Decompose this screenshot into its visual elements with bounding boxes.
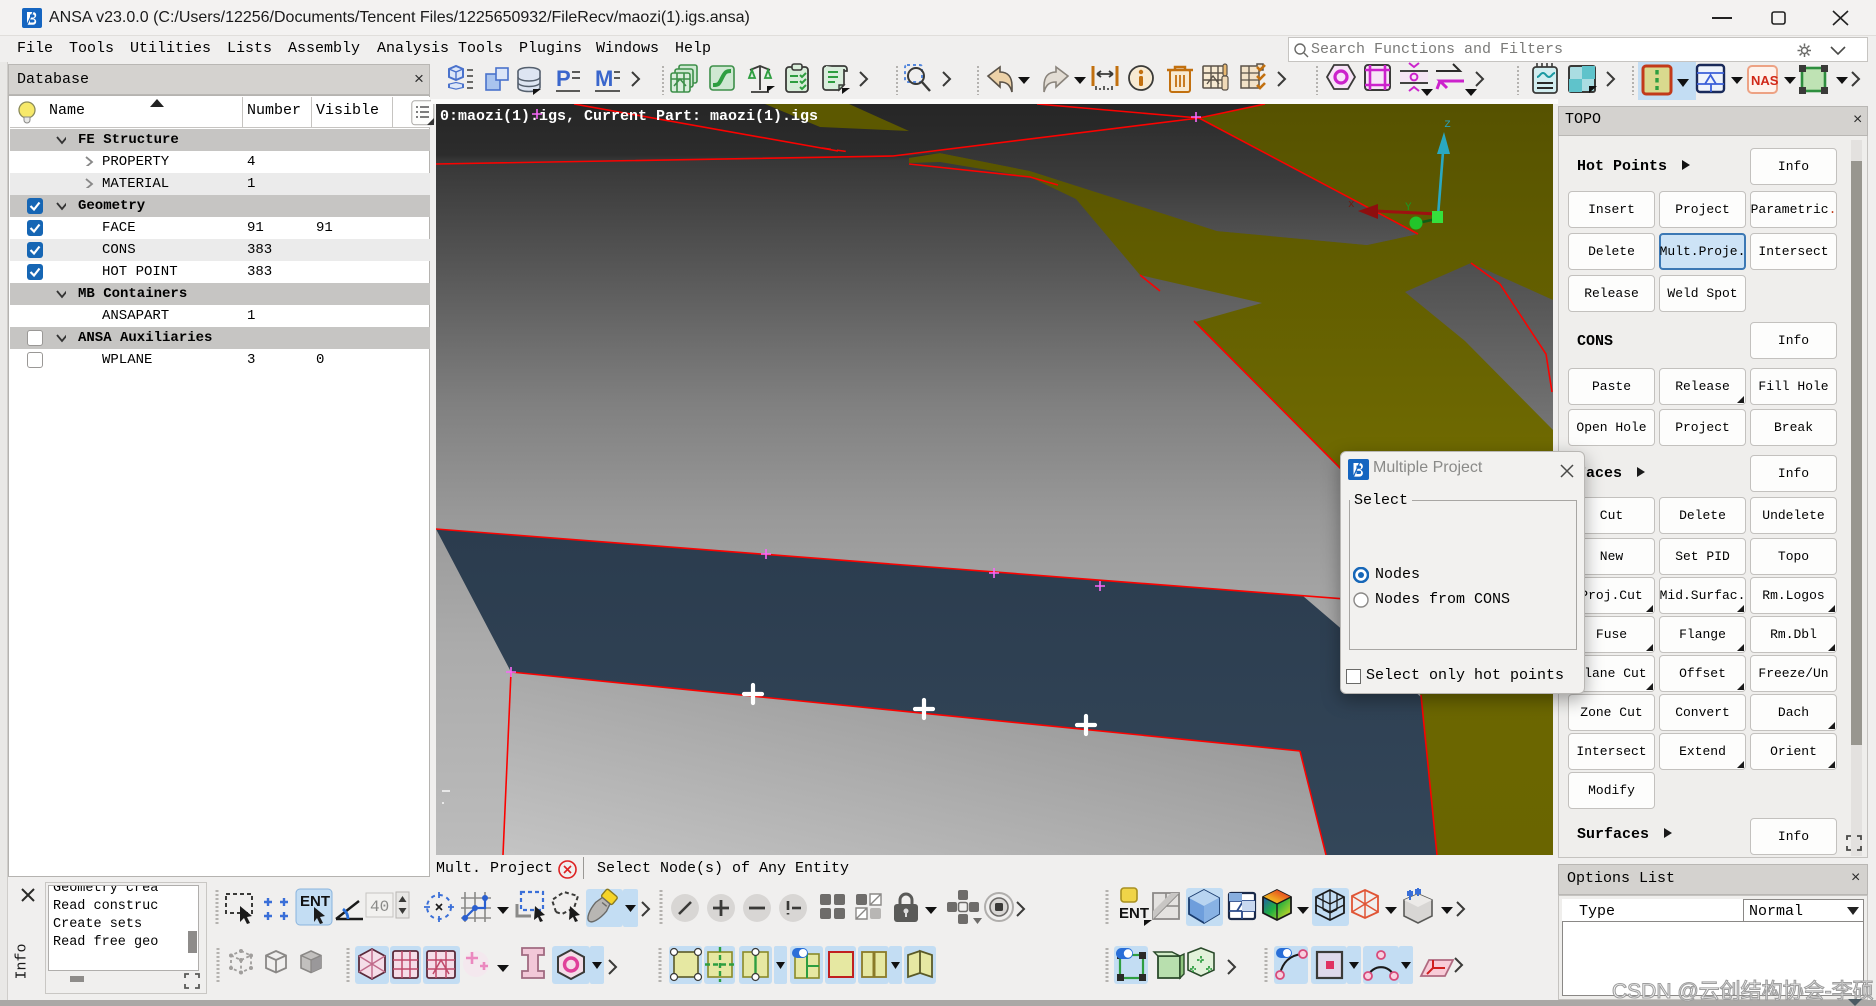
svg-text:0:maozi(1).igs, Current Part:: 0:maozi(1).igs, Current Part: maozi(1).i… (440, 108, 818, 125)
svg-text:Y: Y (1405, 202, 1412, 214)
svg-text:M: M (595, 66, 613, 91)
svg-text:NAS: NAS (1751, 73, 1779, 88)
svg-text:x: x (1348, 199, 1355, 211)
svg-text:40: 40 (370, 898, 389, 916)
svg-text:z: z (1444, 117, 1451, 131)
svg-text:ENT: ENT (1119, 905, 1149, 922)
svg-text:P: P (556, 66, 571, 91)
svg-text:ENT: ENT (300, 893, 330, 910)
